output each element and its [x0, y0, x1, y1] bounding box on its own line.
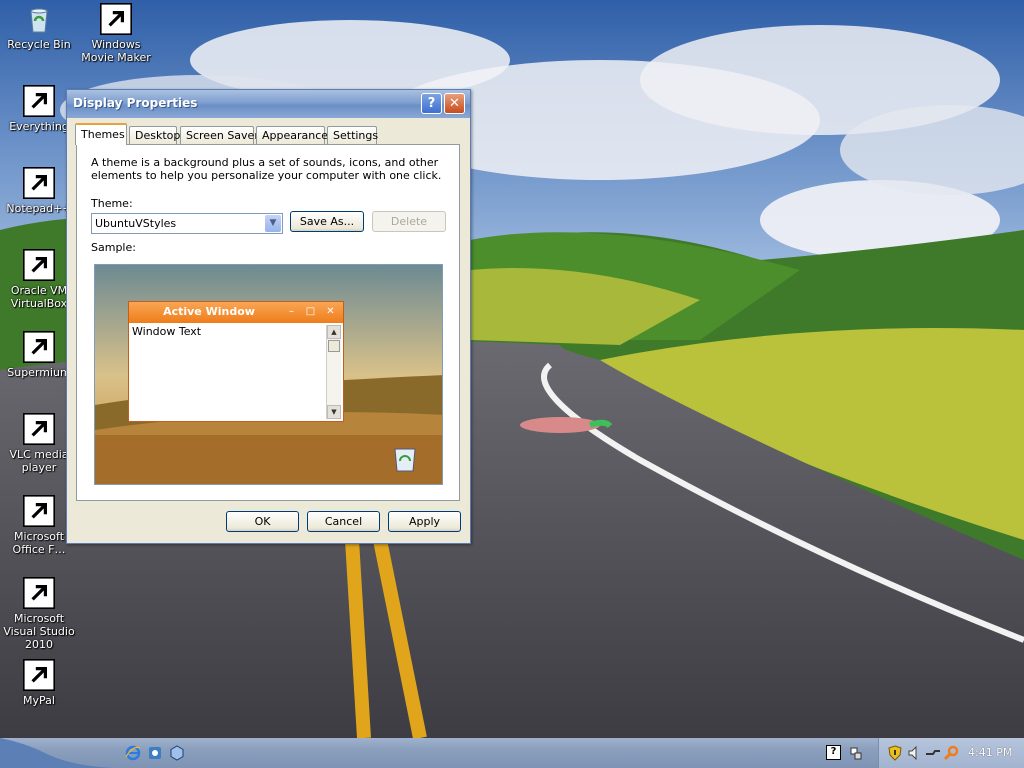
desktop-icon-recycle-bin[interactable]: Recycle Bin: [0, 3, 78, 51]
visual-studio-icon: [23, 577, 55, 609]
theme-label: Theme:: [91, 197, 133, 210]
close-icon: ✕: [326, 306, 335, 317]
film-reel-icon: [100, 3, 132, 35]
sample-window-titlebar: Active Window – □ ✕: [129, 302, 343, 323]
desktop-icon-label: MyPal: [23, 694, 55, 707]
shortcut-arrow-icon: [23, 659, 55, 691]
apply-button[interactable]: Apply: [388, 511, 461, 532]
tab-desktop[interactable]: Desktop: [129, 126, 180, 144]
tab-screen-saver[interactable]: Screen Saver: [180, 126, 259, 144]
dialog-titlebar[interactable]: Display Properties ? ✕: [67, 90, 470, 118]
shortcut-arrow-icon: [100, 3, 132, 35]
speaker-icon[interactable]: [907, 745, 923, 761]
browser-icon[interactable]: [147, 745, 163, 761]
desktop-icon-mypal[interactable]: MyPal: [0, 659, 78, 707]
tab-settings[interactable]: Settings: [327, 126, 378, 144]
start-button[interactable]: [0, 738, 115, 768]
network-cable-icon[interactable]: [925, 745, 941, 761]
shortcut-arrow-icon: [23, 577, 55, 609]
help-icon[interactable]: ?: [826, 745, 841, 760]
recycle-bin-icon: [23, 3, 55, 35]
close-button[interactable]: ✕: [444, 93, 465, 114]
scroll-down-icon: ▼: [327, 405, 341, 419]
ok-button[interactable]: OK: [226, 511, 299, 532]
help-button[interactable]: ?: [421, 93, 442, 114]
security-shield-icon[interactable]: [887, 745, 903, 761]
browser-globe-icon: [23, 331, 55, 363]
desktop-icon-label: Recycle Bin: [7, 38, 71, 51]
chevron-down-icon[interactable]: ▼: [265, 215, 281, 232]
shortcut-arrow-icon: [23, 167, 55, 199]
desktop-icon-windows-movie-maker[interactable]: Windows Movie Maker: [77, 3, 155, 64]
office-doc-icon: [23, 495, 55, 527]
sample-window-title: Active Window: [163, 305, 255, 318]
maximize-icon: □: [305, 306, 316, 317]
scroll-up-icon: ▲: [327, 325, 341, 339]
desktop-icon-visual-studio-2010[interactable]: Microsoft Visual Studio 2010: [0, 577, 78, 651]
shortcut-arrow-icon: [23, 413, 55, 445]
search-magnifier-icon[interactable]: [943, 745, 959, 761]
notepad-icon: [23, 167, 55, 199]
search-ring-icon: [23, 85, 55, 117]
minimize-icon: –: [289, 306, 294, 317]
themes-tab-panel: A theme is a background plus a set of so…: [76, 144, 460, 501]
taskbar-clock[interactable]: 4:41 PM: [968, 746, 1012, 759]
theme-dropdown[interactable]: UbuntuVStyles ▼: [91, 213, 283, 234]
delete-button[interactable]: Delete: [372, 211, 446, 232]
theme-dropdown-value: UbuntuVStyles: [95, 217, 177, 230]
shortcut-arrow-icon: [23, 85, 55, 117]
shortcut-arrow-icon: [23, 249, 55, 281]
network-icon[interactable]: [848, 745, 864, 761]
sample-window-text: Window Text: [132, 325, 202, 338]
vlc-cone-icon: [23, 413, 55, 445]
scroll-thumb: [328, 340, 340, 352]
sample-label: Sample:: [91, 241, 136, 254]
desktop-icon-label: Microsoft Visual Studio 2010: [3, 612, 75, 651]
sample-scrollbar: ▲ ▼: [326, 325, 341, 419]
taskbar: ? 4:41 PM: [0, 738, 1024, 768]
dialog-title: Display Properties: [73, 96, 198, 110]
shortcut-arrow-icon: [23, 495, 55, 527]
raccoon-icon: [23, 659, 55, 691]
theme-sample-preview: Active Window – □ ✕ Window Text ▲ ▼: [94, 264, 443, 485]
shortcut-arrow-icon: [23, 331, 55, 363]
sample-recycle-bin-icon: [394, 448, 416, 472]
internet-explorer-icon[interactable]: [125, 745, 141, 761]
virtualbox-cube-icon: [23, 249, 55, 281]
tab-appearance[interactable]: Appearance: [256, 126, 328, 144]
virtualbox-icon[interactable]: [169, 745, 185, 761]
save-as-button[interactable]: Save As...: [290, 211, 364, 232]
display-properties-dialog: Display Properties ? ✕ Themes Desktop Sc…: [66, 89, 471, 544]
desktop-icon-label: Windows Movie Maker: [81, 38, 151, 64]
sample-active-window: Active Window – □ ✕ Window Text ▲ ▼: [128, 301, 344, 422]
theme-description: A theme is a background plus a set of so…: [91, 156, 442, 182]
tab-themes[interactable]: Themes: [75, 123, 127, 145]
cancel-button[interactable]: Cancel: [307, 511, 380, 532]
